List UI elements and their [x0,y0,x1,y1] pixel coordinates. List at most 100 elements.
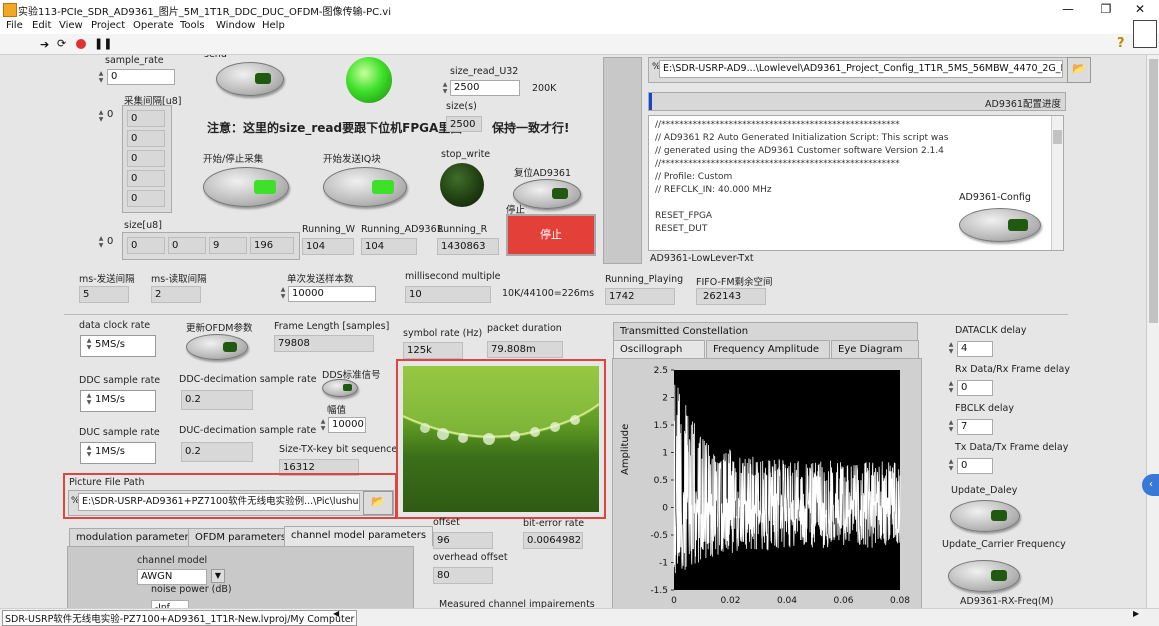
tab-transmitted-constellation[interactable]: Transmitted Constellation [613,322,918,340]
amp-input[interactable]: 10000 [328,417,366,433]
txdata-input[interactable]: 0 [957,458,993,474]
channel-model-label: channel model [137,555,208,566]
caiji-index[interactable]: 0 [107,109,113,120]
start-stop-button[interactable] [203,167,289,207]
tab-ofdm-parameters[interactable]: OFDM parameters [188,528,294,546]
sample-rate-spinner[interactable]: ▲ ▼ [97,70,105,86]
tab-channel-model-parameters[interactable]: channel model parameters [284,526,434,546]
size-u8-value: 0 [127,237,165,254]
reset-label: 复位AD9361 [514,168,571,179]
abort-icon[interactable] [76,39,86,49]
scroll-right-icon[interactable]: ▶ [1133,609,1139,618]
txdata-spinner[interactable]: ▲ ▼ [947,458,955,474]
y-tick-label: 2.5 [654,366,668,376]
script-line: RESET_DUT [655,224,708,234]
restore-button[interactable]: ❐ [1088,0,1124,18]
script-textbox[interactable]: //**************************************… [648,115,1064,251]
pic-path-input[interactable]: E:\SDR-USRP-AD9361+PZ7100软件无线电实验例...\Pic… [78,493,360,511]
start-send-button[interactable] [323,167,407,207]
y-tick-label: 0.5 [654,476,668,486]
send-button[interactable] [216,62,284,96]
menu-window[interactable]: Window [216,20,255,31]
scroll-left-icon[interactable]: ◀ [333,609,339,618]
tab-oscillograph[interactable]: Oscillograph [613,340,705,358]
dataclk-label: DATACLK delay [955,325,1027,336]
sample-rate-input[interactable]: 0 [107,69,175,85]
amp-spinner[interactable]: ▲ ▼ [319,418,327,434]
running-w-value: 104 [302,238,354,255]
help-icon[interactable]: ? [1117,36,1125,51]
stop-write-label: stop_write [441,149,491,160]
side-expand-button[interactable]: ‹ [1142,474,1159,496]
overhead-value: 80 [433,567,493,584]
noise-label: noise power (dB) [151,584,232,595]
update-ofdm-button[interactable] [186,334,248,360]
single-send-input[interactable]: 10000 [288,286,376,302]
panel-vertical-scrollbar[interactable] [1146,55,1159,608]
duc-rate-spinner[interactable]: ▲ ▼ [85,444,93,460]
chevron-down-icon[interactable]: ▼ [211,569,225,583]
tab-eye-diagram[interactable]: Eye Diagram [831,340,919,358]
size-u8-index[interactable]: 0 [107,236,113,247]
dataclk-input[interactable]: 4 [957,341,993,357]
data-clock-spinner[interactable]: ▲ ▼ [85,337,93,353]
close-button[interactable]: ✕ [1122,0,1158,18]
channel-model-select[interactable]: AWGN [137,569,207,585]
horizontal-scrollbar[interactable]: ◀ ▶ [333,609,1143,621]
dds-toggle[interactable] [322,379,358,397]
menu-view[interactable]: View [59,20,83,31]
window-title: 实验113-PCIe_SDR_AD9361_图片_5M_1T1R_DDC_DUC… [18,7,392,18]
menu-edit[interactable]: Edit [32,20,51,31]
update-daley-button[interactable] [950,500,1020,532]
script-scroll-thumb[interactable] [1053,130,1062,144]
vertical-scroll-thumb[interactable] [1149,59,1158,323]
size-u8-spinner[interactable]: ▲ ▼ [97,235,105,251]
pic-browse-button[interactable]: 📂 [363,491,393,515]
size-u8-value: 0 [168,237,206,254]
pause-icon[interactable]: ❚❚ [94,37,112,50]
rxdata-spinner[interactable]: ▲ ▼ [947,380,955,396]
update-carrier-button[interactable] [948,560,1020,592]
rxdata-label: Rx Data/Rx Frame delay [955,364,1070,375]
config-path-input[interactable]: E:\SDR-USRP-AD9...\Lowlevel\AD9361_Proje… [659,60,1063,78]
script-line: // Profile: Custom [655,172,733,182]
single-send-label: 单次发送样本数 [287,274,354,285]
menu-operate[interactable]: Operate [133,20,174,31]
stop-button[interactable]: 停止 [506,214,596,256]
size-read-spinner[interactable]: ▲ ▼ [441,81,449,97]
rxdata-input[interactable]: 0 [957,380,993,396]
script-line: //**************************************… [655,120,900,130]
offset-value: 96 [433,532,493,549]
config-progress-bar: AD9361配置进度 [648,92,1066,111]
size-s-indicator: 2500 [446,116,482,132]
config-browse-button[interactable]: 📂 [1067,57,1091,83]
caiji-value: 0 [127,170,165,187]
minimize-button[interactable]: — [1050,0,1086,18]
x-tick-label: 0.04 [777,596,797,605]
single-send-spinner[interactable]: ▲ ▼ [279,286,287,302]
ms-send-value: 5 [79,286,129,303]
caiji-index-spinner[interactable]: ▲ ▼ [97,109,105,125]
toolbar: ➔ ⟳ ❚❚ ? [0,20,1159,55]
caiji-value: 0 [127,150,165,167]
menu-tools[interactable]: Tools [180,20,205,31]
dataclk-spinner[interactable]: ▲ ▼ [947,341,955,357]
size-tx-label: Size-TX-key bit sequence [279,444,398,455]
noise-input[interactable]: -Inf [151,600,189,608]
run-arrow-icon[interactable]: ➔ [40,38,49,51]
menu-project[interactable]: Project [91,20,125,31]
tab-modulation-parameters[interactable]: modulation parameters [69,528,201,546]
run-continuously-icon[interactable]: ⟳ [57,37,66,50]
ddc-rate-spinner[interactable]: ▲ ▼ [85,392,93,408]
size-u8-label: size[u8] [124,220,162,231]
size-read-input[interactable]: 2500 [450,80,520,96]
tab-frequency-amplitude[interactable]: Frequency Amplitude [706,340,830,358]
data-clock-label: data clock rate [79,320,151,331]
script-scrollbar[interactable] [1051,116,1063,250]
fbclk-spinner[interactable]: ▲ ▼ [947,419,955,435]
ms-send-label: ms-发送间隔 [79,274,135,285]
fbclk-input[interactable]: 7 [957,419,993,435]
menu-file[interactable]: File [6,20,23,31]
menu-help[interactable]: Help [262,20,285,31]
ad9361-config-button[interactable] [959,208,1041,242]
